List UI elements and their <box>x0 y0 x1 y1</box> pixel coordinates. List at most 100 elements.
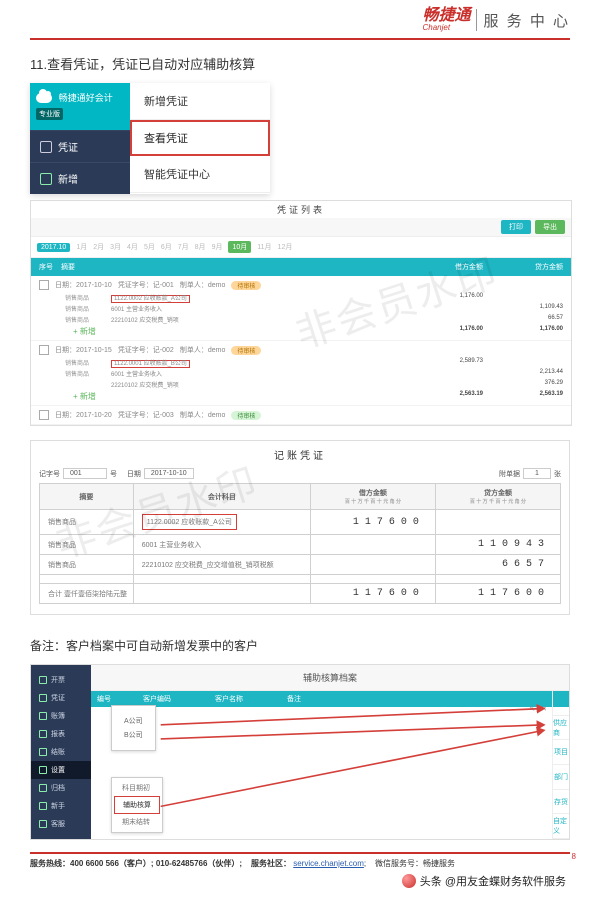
highlighted-subject: 1122.0002 应收账款_A公司 <box>142 514 237 530</box>
footer-hotline: 服务热线：400 6600 566（客户）; 010-62485766（伙伴）; <box>30 859 242 868</box>
period-dropdown[interactable]: 2017.10 <box>37 243 70 252</box>
dot-icon <box>39 802 47 810</box>
sidebar-item-active[interactable]: 设置 <box>31 761 91 779</box>
sidebar-item[interactable]: 开票 <box>31 671 91 689</box>
footer-mid-label: 服务社区： <box>251 859 291 868</box>
row-checkbox[interactable] <box>39 345 49 355</box>
month-item[interactable]: 11月 <box>257 242 271 252</box>
th-credit: 贷方金额百 十 万 千 百 十 元 角 分 <box>435 484 560 510</box>
status-badge: 待审核 <box>231 281 261 290</box>
voucher-maker: 制单人：demo <box>180 345 226 355</box>
table-row: 销售商品 1122.0002 应收账款_A公司 117600 <box>40 510 561 535</box>
voucher-list-screenshot: 凭证列表 打印 导出 2017.10 1月 2月 3月 4月 5月 6月 7月 … <box>30 200 572 426</box>
month-item-current[interactable]: 10月 <box>228 241 251 253</box>
sidebar-item[interactable]: 凭证 <box>31 689 91 707</box>
dot-icon <box>39 820 47 828</box>
submenu-item-highlight[interactable]: 辅助核算 <box>114 796 160 814</box>
right-tab[interactable]: 客户 <box>553 691 569 716</box>
submenu-item[interactable]: 期末结转 <box>114 814 160 830</box>
table-total-row: 合计 壹仟壹佰柒拾陆元整 117600 117600 <box>40 584 561 604</box>
footer-community-link[interactable]: service.chanjet.com <box>293 859 364 868</box>
export-button[interactable]: 导出 <box>535 220 565 234</box>
highlighted-subject: 1122.0002 应收账款_A公司 <box>111 295 190 303</box>
dot-icon <box>39 766 47 774</box>
cloud-icon <box>36 93 52 103</box>
voucher-group: 日期：2017-10-15 凭证字号：记-002 制单人：demo 待审核 销售… <box>31 341 571 406</box>
section11-title: 11.查看凭证，凭证已自动对应辅助核算 <box>30 54 570 73</box>
note-title: 备注：客户档案中可自动新增发票中的客户 <box>30 637 570 654</box>
credit-amount[interactable]: 110943 <box>435 535 560 555</box>
col-debit: 借方金额 <box>403 262 483 272</box>
right-tab[interactable]: 存货 <box>553 790 569 815</box>
attach-input[interactable]: 1 <box>523 468 551 479</box>
sidebar-item[interactable]: 新手 <box>31 797 91 815</box>
month-item[interactable]: 4月 <box>127 242 138 252</box>
delete-icon[interactable]: ✕ <box>541 705 547 713</box>
settings-sidebar: 开票 凭证 账簿 报表 结账 设置 归档 新手 客服 <box>31 665 91 839</box>
status-badge: 待审核 <box>231 346 261 355</box>
sidebar-item[interactable]: 结账 <box>31 743 91 761</box>
dot-icon <box>39 712 47 720</box>
month-item[interactable]: 8月 <box>195 242 206 252</box>
row-checkbox[interactable] <box>39 410 49 420</box>
month-item[interactable]: 2月 <box>93 242 104 252</box>
col-summary: 摘要 <box>61 262 403 272</box>
month-item[interactable]: 12月 <box>278 242 293 252</box>
nav-item-voucher[interactable]: 凭证 <box>30 130 130 162</box>
sidebar-item[interactable]: 账簿 <box>31 707 91 725</box>
voucher-date: 日期：2017-10-15 <box>55 345 112 355</box>
credit-amount[interactable]: 6657 <box>435 555 560 575</box>
voucher-form-title: 记账凭证 <box>39 447 561 462</box>
app-title: 畅捷通好会计 <box>59 91 113 104</box>
voucher-list-toolbar: 打印 导出 <box>31 218 571 237</box>
row-checkbox[interactable] <box>39 280 49 290</box>
menu-item-view-voucher[interactable]: 查看凭证 <box>130 120 270 156</box>
month-item[interactable]: 5月 <box>144 242 155 252</box>
edit-icon[interactable]: ✎ <box>529 705 535 713</box>
month-item[interactable]: 9月 <box>212 242 223 252</box>
right-tab[interactable]: 部门 <box>553 765 569 790</box>
print-button[interactable]: 打印 <box>501 220 531 234</box>
month-item[interactable]: 1月 <box>76 242 87 252</box>
total-credit: 117600 <box>435 584 560 604</box>
list-item[interactable]: B公司 <box>120 728 147 742</box>
voucher-date-input[interactable]: 2017-10-10 <box>144 468 194 479</box>
sidebar-item[interactable]: 归档 <box>31 779 91 797</box>
dot-icon <box>39 730 47 738</box>
list-item[interactable]: A公司 <box>120 714 147 728</box>
left-nav: 畅捷通好会计 专业版 凭证 新增 <box>30 83 130 194</box>
right-tab[interactable]: 项目 <box>553 740 569 765</box>
voucher-maker: 制单人：demo <box>180 280 226 290</box>
credit-amount[interactable] <box>435 510 560 535</box>
service-center-label: 服 务 中 心 <box>483 10 570 31</box>
add-line-button[interactable]: + 新增 <box>65 326 96 337</box>
menu-item-new-voucher[interactable]: 新增凭证 <box>130 83 270 120</box>
total-debit: 117600 <box>310 584 435 604</box>
total-label: 合计 壹仟壹佰柒拾陆元整 <box>40 584 134 604</box>
right-tab[interactable]: 自定义 <box>553 814 569 839</box>
attribution: 头条 @用友金蝶财务软件服务 <box>30 869 570 895</box>
nav-item-label: 新增 <box>58 171 78 186</box>
voucher-no: 凭证字号：记-001 <box>118 280 174 290</box>
month-item[interactable]: 7月 <box>178 242 189 252</box>
menu-item-smart-center[interactable]: 智能凭证中心 <box>130 156 270 193</box>
table-row: 销售商品 22210102 应交税费_应交增值税_销项税额 6657 <box>40 555 561 575</box>
settings-submenu: 科目期初 辅助核算 期末结转 <box>111 777 163 833</box>
month-item[interactable]: 6月 <box>161 242 172 252</box>
voucher-list-header: 序号 摘要 借方金额 贷方金额 <box>31 258 571 276</box>
nav-item-new[interactable]: 新增 <box>30 162 130 194</box>
month-item[interactable]: 3月 <box>110 242 121 252</box>
aux-account-screenshot: 开票 凭证 账簿 报表 结账 设置 归档 新手 客服 辅助核算档案 编号 客户编… <box>30 664 570 840</box>
right-tab[interactable]: 供应商 <box>553 716 569 741</box>
voucher-no-input[interactable]: 001 <box>63 468 107 479</box>
sidebar-item[interactable]: 客服 <box>31 815 91 833</box>
debit-amount[interactable]: 117600 <box>310 510 435 535</box>
th-debit: 借方金额百 十 万 千 百 十 元 角 分 <box>310 484 435 510</box>
voucher-date: 日期：2017-10-10 <box>55 280 112 290</box>
new-icon <box>40 173 52 185</box>
dot-icon <box>39 748 47 756</box>
nav-item-label: 凭证 <box>58 139 78 154</box>
sidebar-item[interactable]: 报表 <box>31 725 91 743</box>
add-line-button[interactable]: + 新增 <box>65 391 96 402</box>
submenu-item[interactable]: 科目期初 <box>114 780 160 796</box>
